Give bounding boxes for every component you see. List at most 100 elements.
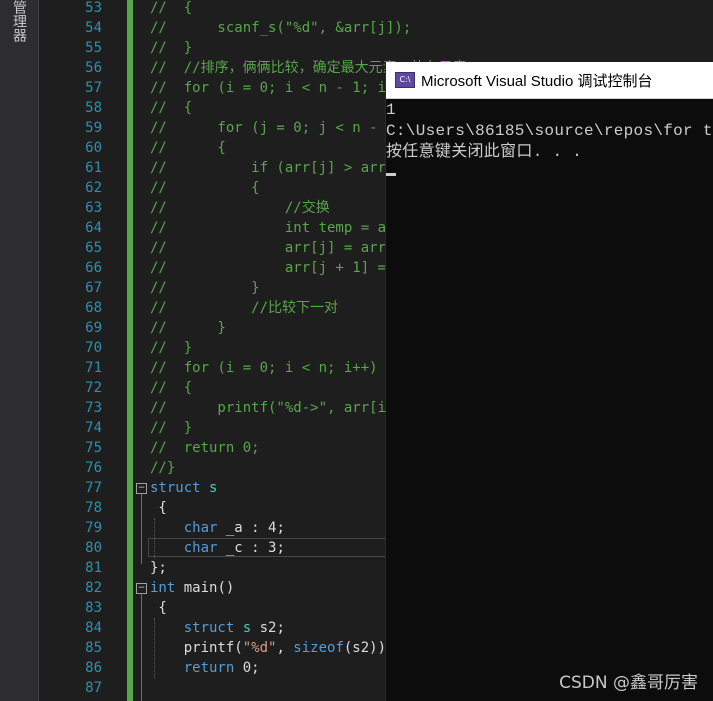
code-token: // for (i = 0; i < n - 1; i++) [150,80,412,96]
code-line[interactable]: // } [150,338,192,358]
console-text-cursor [386,173,396,176]
console-output-line: 按任意键关闭此窗口. . . [386,143,583,161]
code-line[interactable]: // scanf_s("%d", &arr[j]); [150,18,411,38]
debug-console-window[interactable]: C:\ Microsoft Visual Studio 调试控制台 1 C:\U… [385,62,713,701]
code-line[interactable]: struct s [150,478,217,498]
line-number: 81 [85,560,102,576]
code-line[interactable]: struct s s2; [150,618,285,638]
code-line[interactable]: { [150,498,166,518]
code-line[interactable]: // printf("%d->", arr[i]); [150,398,411,418]
line-number: 77 [85,480,102,496]
code-token: char [183,520,218,536]
code-token: s2; [251,620,285,636]
line-number: 85 [85,640,102,656]
code-line[interactable]: //} [150,458,175,478]
code-token: printf( [150,640,243,656]
line-number: 63 [85,200,102,216]
code-token: // printf("%d->", arr[i]); [150,400,412,416]
side-tool-strip: 管理器 [0,0,39,701]
line-number: 84 [85,620,102,636]
code-line[interactable]: // } [150,278,260,298]
code-token: //} [150,460,176,476]
code-token: sizeof [293,640,344,656]
console-output-line: C:\Users\86185\source\repos\for te [386,122,713,140]
fold-collapse-icon[interactable]: − [136,583,147,594]
line-number: 82 [85,580,102,596]
code-token: // { [150,380,193,396]
code-token: "%d" [242,640,277,656]
console-title: Microsoft Visual Studio 调试控制台 [421,72,653,90]
code-line[interactable]: // for (i = 0; i < n; i++) [150,358,378,378]
line-number: 73 [85,400,102,416]
line-number: 64 [85,220,102,236]
line-number: 55 [85,40,102,56]
console-app-icon: C:\ [395,72,415,88]
code-line[interactable]: // //比较下一对 [150,298,338,318]
code-line[interactable]: return 0; [150,658,260,678]
code-line[interactable]: printf("%d", sizeof(s2)); [150,638,395,658]
line-number: 57 [85,80,102,96]
code-line[interactable]: // } [150,418,192,438]
code-token: // { [150,0,193,16]
code-line[interactable]: // for (i = 0; i < n - 1; i++) [150,78,411,98]
line-number: 78 [85,500,102,516]
line-number: 87 [85,680,102,696]
code-token: return [183,660,235,676]
editor-margin [39,0,62,701]
line-number: 74 [85,420,102,436]
line-number: 65 [85,240,102,256]
code-token: // { [150,140,226,156]
vs-editor-screen: 管理器 53 54 55 56 57 58 59 60 61 62 63 64 65 66 67 68 69 70… [0,0,713,701]
line-number: 60 [85,140,102,156]
code-line[interactable]: // //交换 [150,198,330,218]
code-line[interactable]: { [150,598,166,618]
code-token: _a : 4; [217,520,285,536]
code-line[interactable]: // { [150,378,192,398]
line-number: 72 [85,380,102,396]
line-number: 86 [85,660,102,676]
console-titlebar[interactable]: C:\ Microsoft Visual Studio 调试控制台 [386,62,713,99]
code-token: main() [175,580,235,596]
code-token: // //交换 [150,200,330,216]
code-token: // } [150,40,193,56]
line-number: 75 [85,440,102,456]
code-line[interactable]: char _a : 4; [150,518,285,538]
line-number: 68 [85,300,102,316]
code-token: s [209,480,218,496]
code-line[interactable]: // { [150,138,226,158]
code-token: // } [150,320,226,336]
code-line[interactable]: int main() [150,578,234,598]
code-line[interactable]: // { [150,98,192,118]
code-line[interactable]: }; [150,558,167,578]
fold-guide-line [141,594,142,701]
line-number: 59 [85,120,102,136]
line-number: 53 [85,0,102,16]
line-number: 76 [85,460,102,476]
line-number: 69 [85,320,102,336]
console-output-line: 1 [386,101,396,119]
side-tab-manager[interactable]: 管理器 [6,0,32,48]
code-line[interactable]: // { [150,0,192,18]
code-token: // { [150,180,260,196]
code-token: // for (i = 0; i < n; i++) [150,360,378,376]
fold-collapse-icon[interactable]: − [136,483,147,494]
change-tracking-bar [127,0,133,701]
line-number: 71 [85,360,102,376]
fold-guide-line [141,494,142,564]
code-line[interactable]: // return 0; [150,438,260,458]
code-token: , [276,640,294,656]
code-token: }; [150,560,167,576]
code-line[interactable]: // } [150,318,226,338]
code-line[interactable]: // { [150,178,260,198]
code-line[interactable]: // } [150,38,192,58]
line-number: 56 [85,60,102,76]
console-output: 1 C:\Users\86185\source\repos\for te 按任意… [386,100,713,176]
code-token: int [150,580,176,596]
code-token: // } [150,280,260,296]
line-number: 54 [85,20,102,36]
line-number: 62 [85,180,102,196]
